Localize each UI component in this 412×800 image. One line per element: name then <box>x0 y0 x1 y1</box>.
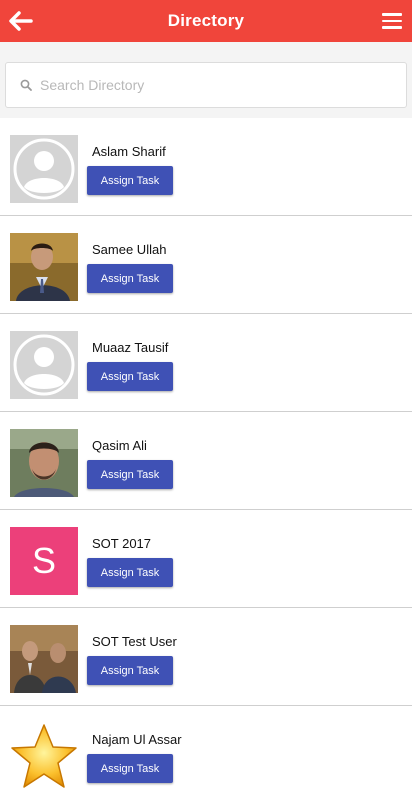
assign-task-button[interactable]: Assign Task <box>87 558 173 587</box>
contact-name: Najam Ul Assar <box>92 732 182 747</box>
list-item[interactable]: S SOT 2017 Assign Task <box>0 510 412 608</box>
contact-name: SOT 2017 <box>92 536 152 551</box>
assign-task-button[interactable]: Assign Task <box>87 362 173 391</box>
contact-name: SOT Test User <box>92 634 177 649</box>
list-item[interactable]: Muaaz Tausif Assign Task <box>0 314 412 412</box>
contact-name: Qasim Ali <box>92 438 147 453</box>
list-item[interactable]: Qasim Ali Assign Task <box>0 412 412 510</box>
assign-task-button[interactable]: Assign Task <box>87 264 173 293</box>
default-user-icon <box>10 331 78 399</box>
contact-photo <box>10 625 78 693</box>
avatar-letter: S <box>31 540 56 581</box>
search-container <box>0 42 412 118</box>
contact-name: Samee Ullah <box>92 242 167 257</box>
list-item[interactable]: SOT Test User Assign Task <box>0 608 412 706</box>
contact-name: Muaaz Tausif <box>92 340 169 355</box>
assign-task-button[interactable]: Assign Task <box>87 656 173 685</box>
search-box[interactable] <box>5 62 407 108</box>
page-title: Directory <box>167 11 245 30</box>
list-item[interactable]: Aslam Sharif Assign Task <box>0 118 412 216</box>
back-arrow-icon[interactable] <box>8 7 34 35</box>
assign-task-button[interactable]: Assign Task <box>87 460 173 489</box>
search-icon <box>20 79 32 91</box>
letter-avatar: S <box>10 527 78 595</box>
list-item[interactable]: Najam Ul Assar Assign Task <box>0 706 412 800</box>
star-icon <box>10 723 78 791</box>
search-input[interactable] <box>40 77 380 93</box>
app-bar: Directory <box>0 0 412 42</box>
default-user-icon <box>10 135 78 203</box>
assign-task-button[interactable]: Assign Task <box>87 754 173 783</box>
contact-photo <box>10 429 78 497</box>
contact-photo <box>10 233 78 301</box>
contact-list: Aslam Sharif Assign Task Samee Ullah Ass… <box>0 118 412 800</box>
hamburger-menu-icon[interactable] <box>382 9 404 33</box>
assign-task-button[interactable]: Assign Task <box>87 166 173 195</box>
list-item[interactable]: Samee Ullah Assign Task <box>0 216 412 314</box>
contact-name: Aslam Sharif <box>92 144 166 159</box>
